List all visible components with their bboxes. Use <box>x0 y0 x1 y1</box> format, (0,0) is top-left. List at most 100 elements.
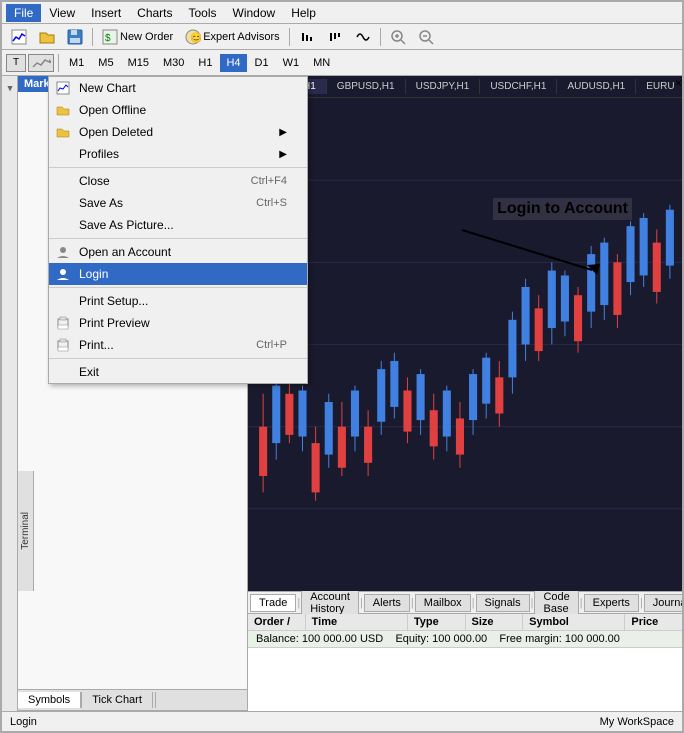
col-time: Time <box>306 614 408 630</box>
menu-help[interactable]: Help <box>283 4 324 22</box>
market-watch-toggle[interactable]: ▲ <box>5 80 15 98</box>
tf-m1[interactable]: M1 <box>63 54 90 72</box>
chart-tab-audusd[interactable]: AUDUSD,H1 <box>557 79 636 94</box>
chart-type-btn[interactable]: T <box>6 54 26 72</box>
menu-open-account[interactable]: Open an Account <box>49 241 307 263</box>
app-window: File View Insert Charts Tools Window Hel… <box>0 0 684 733</box>
login-icon <box>55 266 71 282</box>
zoom-out-icon <box>418 29 434 45</box>
terminal-tab-bar: Trade | Account History | Alerts | Mailb… <box>248 592 682 614</box>
chart-tab-usdchf[interactable]: USDCHF,H1 <box>480 79 557 94</box>
terminal-tab-codebase[interactable]: Code Base <box>534 588 578 618</box>
left-panel: Market Watch Symbols Tick Chart New Char… <box>18 76 248 711</box>
tb-icon3[interactable] <box>350 26 376 48</box>
sep2 <box>289 28 290 46</box>
tf-m30[interactable]: M30 <box>157 54 190 72</box>
tab-symbols[interactable]: Symbols <box>18 692 81 708</box>
file-dropdown: New Chart Open Offline Open Deleted <box>48 76 308 384</box>
tf-w1[interactable]: W1 <box>277 54 306 72</box>
ts2: | <box>360 597 363 609</box>
balance-text: Balance: 100 000.00 USD <box>256 633 383 645</box>
chart-tab-gbpusd[interactable]: GBPUSD,H1 <box>327 79 406 94</box>
tb-save[interactable] <box>62 26 88 48</box>
terminal-close[interactable]: × <box>675 76 682 90</box>
save-picture-icon <box>55 217 71 233</box>
tab-tick-chart[interactable]: Tick Chart <box>82 692 153 708</box>
tb-icon1[interactable] <box>294 26 320 48</box>
menu-print[interactable]: Print... Ctrl+P <box>49 334 307 356</box>
svg-text:😊: 😊 <box>190 32 201 44</box>
menu-insert[interactable]: Insert <box>83 4 129 22</box>
terminal-tab-account-history[interactable]: Account History <box>301 588 359 618</box>
ts3: | <box>411 597 414 609</box>
print-setup-label: Print Setup... <box>79 294 148 308</box>
tb-zoom-out[interactable] <box>413 26 439 48</box>
tab-sep2 <box>155 692 156 708</box>
tf-m15[interactable]: M15 <box>122 54 155 72</box>
close-menu-icon <box>55 173 71 189</box>
tb-icon2[interactable] <box>322 26 348 48</box>
status-left: Login <box>10 716 37 728</box>
terminal-tab-signals[interactable]: Signals <box>476 594 530 612</box>
profiles-label: Profiles <box>79 147 119 161</box>
print-setup-icon <box>55 293 71 309</box>
annotation-arrow <box>452 220 632 280</box>
menu-window[interactable]: Window <box>225 4 284 22</box>
new-order-label: New Order <box>120 31 173 43</box>
profiles-icon <box>55 146 71 162</box>
open-deleted-icon <box>55 124 71 140</box>
terminal-tab-journal[interactable]: Journal <box>644 594 682 612</box>
menu-close[interactable]: Close Ctrl+F4 <box>49 170 307 192</box>
tb-new-chart[interactable] <box>6 26 32 48</box>
menu-save-as[interactable]: Save As Ctrl+S <box>49 192 307 214</box>
tb-icon2-svg <box>327 29 343 45</box>
tf-m5[interactable]: M5 <box>92 54 119 72</box>
new-chart-menu-icon <box>55 80 71 96</box>
menu-login[interactable]: Login <box>49 263 307 285</box>
menu-profiles[interactable]: Profiles ▶ <box>49 143 307 165</box>
open-offline-label: Open Offline <box>79 103 146 117</box>
right-panel: EURUSD,H1 GBPUSD,H1 USDJPY,H1 USDCHF,H1 … <box>248 76 682 711</box>
save-as-label: Save As <box>79 196 123 210</box>
new-chart-label: New Chart <box>79 81 136 95</box>
tf-mn[interactable]: MN <box>307 54 336 72</box>
menu-charts[interactable]: Charts <box>129 4 180 22</box>
menu-print-preview[interactable]: Print Preview <box>49 312 307 334</box>
tb-icon3-svg <box>355 29 371 45</box>
terminal-tab-mailbox[interactable]: Mailbox <box>415 594 471 612</box>
line-type-btn[interactable] <box>28 54 54 72</box>
new-order-button[interactable]: $ New Order <box>97 26 178 48</box>
tf-h1[interactable]: H1 <box>192 54 218 72</box>
new-chart-icon <box>11 29 27 45</box>
terminal-tab-trade[interactable]: Trade <box>250 594 296 612</box>
menu-new-chart[interactable]: New Chart <box>49 77 307 99</box>
chart-tab-bar: EURUSD,H1 GBPUSD,H1 USDJPY,H1 USDCHF,H1 … <box>248 76 682 98</box>
menu-print-setup[interactable]: Print Setup... <box>49 290 307 312</box>
tf-h4[interactable]: H4 <box>220 54 246 72</box>
menu-open-deleted[interactable]: Open Deleted ▶ <box>49 121 307 143</box>
terminal-tab-experts[interactable]: Experts <box>584 594 639 612</box>
save-as-icon <box>55 195 71 211</box>
open-deleted-arrow: ▶ <box>279 127 287 138</box>
exit-icon <box>55 364 71 380</box>
menu-file[interactable]: File <box>6 4 41 22</box>
separator2 <box>49 238 307 239</box>
menu-tools[interactable]: Tools <box>181 4 225 22</box>
menu-exit[interactable]: Exit <box>49 361 307 383</box>
terminal-tab-alerts[interactable]: Alerts <box>364 594 410 612</box>
new-order-icon: $ <box>102 29 118 45</box>
toolbar1: $ New Order 😊 Expert Advisors <box>2 24 682 50</box>
tf-d1[interactable]: D1 <box>249 54 275 72</box>
free-margin-text: Free margin: 100 000.00 <box>499 633 619 645</box>
menu-view[interactable]: View <box>41 4 83 22</box>
menu-open-offline[interactable]: Open Offline <box>49 99 307 121</box>
expert-advisors-button[interactable]: 😊 Expert Advisors <box>180 26 284 48</box>
col-size: Size <box>466 614 524 630</box>
menu-save-picture[interactable]: Save As Picture... <box>49 214 307 236</box>
tb-zoom-in[interactable] <box>385 26 411 48</box>
tb-open[interactable] <box>34 26 60 48</box>
chart-tab-usdjpy[interactable]: USDJPY,H1 <box>406 79 481 94</box>
candlestick-chart <box>248 98 682 591</box>
status-bar: Login My WorkSpace <box>2 711 682 731</box>
symbol-tab-bar: Symbols Tick Chart <box>18 689 247 711</box>
